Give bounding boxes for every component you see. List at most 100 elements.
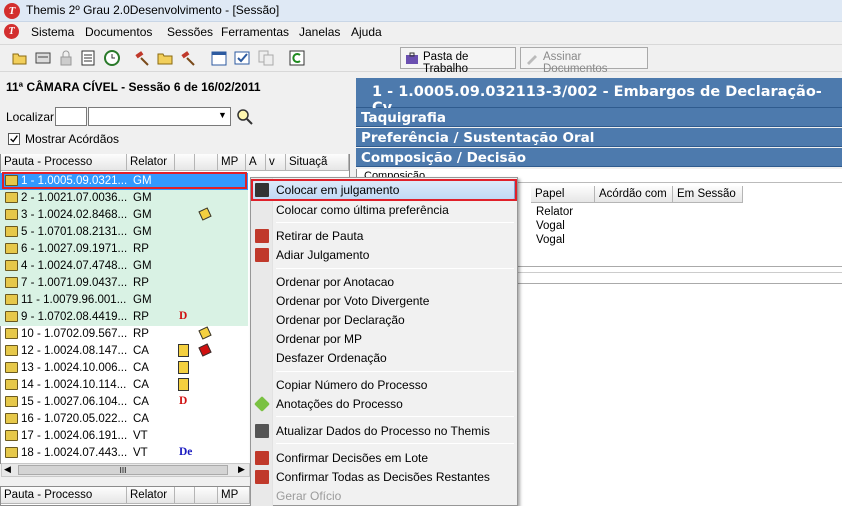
processo-cell: 5 - 1.0701.08.2131... bbox=[21, 226, 128, 238]
col2-relator[interactable]: Relator bbox=[127, 487, 175, 504]
menu-item-copiar-n-mero-do-processo[interactable]: Copiar Número do Processo bbox=[276, 378, 427, 392]
scroll-thumb[interactable]: III bbox=[18, 465, 228, 475]
relator-cell: CA bbox=[133, 345, 149, 357]
menu-item-ordenar-por-declara-o[interactable]: Ordenar por Declaração bbox=[276, 313, 405, 327]
processo-cell: 14 - 1.0024.10.114... bbox=[21, 379, 127, 391]
table-row[interactable]: 7 - 1.0071.09.0437... RP bbox=[0, 275, 248, 292]
refresh-icon[interactable] bbox=[289, 50, 305, 66]
col2-mp[interactable]: MP bbox=[218, 487, 250, 504]
section-composicao-decisao[interactable]: Composição / Decisão bbox=[356, 148, 842, 167]
table-row[interactable]: 5 - 1.0701.08.2131... GM bbox=[0, 224, 248, 241]
menu-item-retirar-de-pauta[interactable]: Retirar de Pauta bbox=[276, 229, 363, 243]
table-row[interactable]: 17 - 1.0024.06.191... VT bbox=[0, 428, 248, 445]
papel-vogal-2: Vogal bbox=[536, 234, 565, 246]
table-row[interactable]: 2 - 1.0021.07.0036... GM bbox=[0, 190, 248, 207]
inbox-icon[interactable] bbox=[35, 50, 51, 66]
open-folder-icon[interactable] bbox=[12, 50, 28, 66]
relator-cell: GM bbox=[133, 260, 152, 272]
col-note[interactable] bbox=[195, 154, 218, 171]
section-preferencia[interactable]: Preferência / Sustentação Oral bbox=[356, 128, 842, 147]
horizontal-scrollbar[interactable]: ◀ III ▶ bbox=[1, 463, 250, 477]
calendar-icon[interactable] bbox=[211, 50, 227, 66]
folder-icon[interactable] bbox=[157, 50, 173, 66]
clock-icon[interactable] bbox=[104, 50, 120, 66]
menu-item-confirmar-todas-as-decis-es-restantes[interactable]: Confirmar Todas as Decisões Restantes bbox=[276, 470, 490, 484]
book-icon bbox=[5, 430, 18, 441]
table-row[interactable]: 4 - 1.0024.07.4748... GM bbox=[0, 258, 248, 275]
hourglass-icon bbox=[178, 378, 189, 391]
menu-janelas[interactable]: Janelas bbox=[299, 25, 340, 39]
menu-item-adiar-julgamento[interactable]: Adiar Julgamento bbox=[276, 248, 369, 262]
col-em-sessao[interactable]: Em Sessão bbox=[673, 186, 743, 203]
col-pauta-processo[interactable]: Pauta - Processo bbox=[1, 154, 127, 171]
menu-item-ordenar-por-anotacao[interactable]: Ordenar por Anotacao bbox=[276, 275, 394, 289]
relator-cell: RP bbox=[133, 328, 149, 340]
menu-item-desfazer-ordena-o[interactable]: Desfazer Ordenação bbox=[276, 351, 387, 365]
processo-cell: 6 - 1.0027.09.1971... bbox=[21, 243, 128, 255]
col-mp[interactable]: MP bbox=[218, 154, 246, 171]
gavel-stack-icon[interactable] bbox=[180, 50, 196, 66]
relator-cell: RP bbox=[133, 277, 149, 289]
table-row[interactable]: 14 - 1.0024.10.114... CA bbox=[0, 377, 248, 394]
processo-cell: 15 - 1.0027.06.104... bbox=[21, 396, 128, 408]
table-row[interactable]: 16 - 1.0720.05.022... CA bbox=[0, 411, 248, 428]
checklist-icon[interactable] bbox=[234, 50, 250, 66]
table-row[interactable]: 9 - 1.0702.08.4419... RP D bbox=[0, 309, 248, 326]
col2-pauta-processo[interactable]: Pauta - Processo bbox=[1, 487, 127, 504]
processo-cell: 10 - 1.0702.09.567... bbox=[21, 328, 128, 340]
col-papel[interactable]: Papel bbox=[531, 186, 595, 203]
book-icon bbox=[5, 328, 18, 339]
menu-item-ordenar-por-voto-divergente[interactable]: Ordenar por Voto Divergente bbox=[276, 294, 429, 308]
menu-sistema[interactable]: Sistema bbox=[31, 25, 74, 39]
session-title: 11ª CÂMARA CÍVEL - Sessão 6 de 16/02/201… bbox=[6, 80, 261, 94]
books-icon bbox=[255, 229, 269, 243]
themis-app-icon: T bbox=[4, 3, 20, 19]
col2-note[interactable] bbox=[195, 487, 218, 504]
relator-cell: RP bbox=[133, 311, 149, 323]
table-row[interactable]: 18 - 1.0024.07.443... VT De bbox=[0, 445, 248, 462]
col-situacao[interactable]: Situaçã bbox=[286, 154, 349, 171]
pasta-label: Pasta de Trabalho bbox=[423, 51, 469, 75]
menu-item-colocar-como-ltima-prefer-ncia[interactable]: Colocar como última preferência bbox=[276, 203, 449, 217]
table-row[interactable]: 15 - 1.0027.06.104... CA D bbox=[0, 394, 248, 411]
assinar-documentos-button: Assinar Documentos bbox=[520, 47, 648, 75]
process-title-bar: 1 - 1.0005.09.032113-3/002 - Embargos de… bbox=[356, 78, 842, 116]
col-a[interactable]: A bbox=[246, 154, 266, 171]
col2-flag[interactable] bbox=[175, 487, 195, 504]
mostrar-acordaos-checkbox[interactable] bbox=[8, 133, 20, 145]
section-taquigrafia[interactable]: Taquigrafia bbox=[356, 108, 842, 127]
window-controls bbox=[806, 4, 836, 18]
document-icon-menu[interactable]: T bbox=[4, 24, 19, 39]
col-flag[interactable] bbox=[175, 154, 195, 171]
menu-item-confirmar-decis-es-em-lote[interactable]: Confirmar Decisões em Lote bbox=[276, 451, 428, 465]
menu-item-anota-es-do-processo[interactable]: Anotações do Processo bbox=[276, 397, 403, 411]
book-icon bbox=[5, 294, 18, 305]
table-row[interactable]: 6 - 1.0027.09.1971... RP bbox=[0, 241, 248, 258]
menu-item-atualizar-dados-do-processo-no-themis[interactable]: Atualizar Dados do Processo no Themis bbox=[276, 424, 490, 438]
col-relator[interactable]: Relator bbox=[127, 154, 175, 171]
menu-separator bbox=[276, 268, 514, 269]
menu-ferramentas[interactable]: Ferramentas bbox=[221, 25, 289, 39]
menu-sessoes[interactable]: Sessões bbox=[167, 25, 213, 39]
list-icon[interactable] bbox=[80, 50, 96, 66]
flag-cell: D bbox=[179, 395, 188, 407]
window-title: Themis 2º Grau 2.0Desenvolvimento - [Ses… bbox=[26, 3, 280, 17]
table-row[interactable]: 11 - 1.0079.96.001... GM bbox=[0, 292, 248, 309]
col-acordao-com[interactable]: Acórdão com bbox=[595, 186, 673, 203]
book-icon bbox=[5, 277, 18, 288]
scroll-right-icon[interactable]: ▶ bbox=[238, 464, 245, 475]
localizar-input-short[interactable] bbox=[55, 107, 87, 126]
pasta-de-trabalho-button[interactable]: Pasta de Trabalho bbox=[400, 47, 516, 75]
menu-documentos[interactable]: Documentos bbox=[85, 25, 152, 39]
gavel-icon[interactable] bbox=[134, 50, 150, 66]
table-row[interactable]: 13 - 1.0024.10.006... CA bbox=[0, 360, 248, 377]
scroll-left-icon[interactable]: ◀ bbox=[4, 464, 11, 475]
localizar-select[interactable]: ▼ bbox=[88, 107, 231, 126]
menu-ajuda[interactable]: Ajuda bbox=[351, 25, 382, 39]
col-v[interactable]: v bbox=[266, 154, 286, 171]
relator-cell: VT bbox=[133, 430, 148, 442]
menu-item-ordenar-por-mp[interactable]: Ordenar por MP bbox=[276, 332, 362, 346]
search-icon[interactable] bbox=[236, 108, 254, 126]
processo-cell: 11 - 1.0079.96.001... bbox=[21, 294, 127, 306]
relator-cell: GM bbox=[133, 294, 152, 306]
